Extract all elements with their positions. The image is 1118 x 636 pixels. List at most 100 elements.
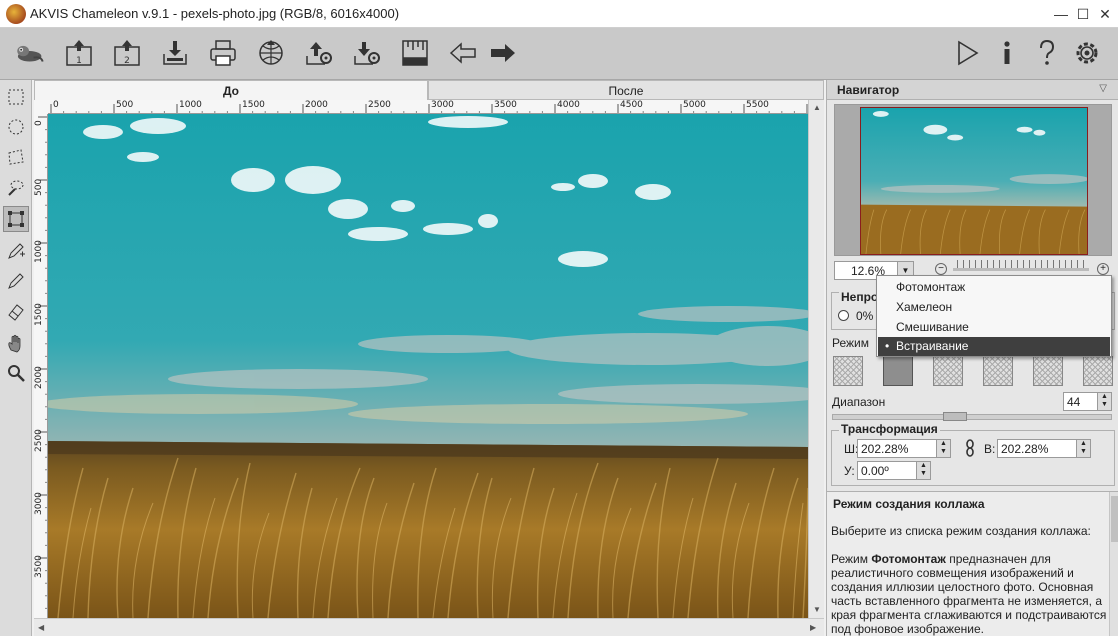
open1-number: 1: [76, 56, 82, 66]
close-button[interactable]: ✕: [1094, 4, 1116, 24]
help-scrollbar[interactable]: [1109, 492, 1118, 636]
mode-label: Режим: [832, 336, 869, 350]
undo-button[interactable]: [446, 36, 480, 70]
hruler-label: 4000: [557, 100, 580, 110]
angle-value: 0.00º: [861, 464, 889, 478]
hruler-label: 3000: [431, 100, 454, 110]
menu-item-emersion[interactable]: • Встраивание: [878, 337, 1110, 356]
ruler-grid-button[interactable]: [398, 36, 432, 70]
range-slider[interactable]: [832, 414, 1112, 420]
tab-after[interactable]: После: [428, 80, 824, 100]
vruler-label: 3000: [34, 492, 44, 515]
scroll-left-icon[interactable]: ◀: [38, 623, 44, 632]
tab-before[interactable]: До: [34, 80, 428, 100]
title-bar: AKVIS Chameleon v.9.1 - pexels-photo.jpg…: [0, 0, 1118, 28]
width-spinbox[interactable]: 202.28% ▲ ▼: [857, 439, 951, 458]
height-spinbox[interactable]: 202.28% ▲ ▼: [997, 439, 1091, 458]
save-button[interactable]: [158, 36, 192, 70]
app-logo-icon: [6, 4, 26, 24]
mode-swatch-selected[interactable]: [883, 356, 913, 386]
collapse-icon[interactable]: ▽: [1099, 83, 1107, 94]
help-text-bold: Фотомонтаж: [871, 552, 946, 566]
share-button[interactable]: [254, 36, 288, 70]
navigator-header[interactable]: Навигатор ▽: [827, 80, 1118, 100]
zoom-slider[interactable]: [953, 268, 1089, 271]
zoom-ticks: [957, 260, 1087, 268]
scroll-down-icon[interactable]: ▼: [813, 605, 821, 614]
import-settings-button[interactable]: [350, 36, 384, 70]
rect-select-icon[interactable]: [3, 84, 29, 110]
help-intro: Выберите из списка режим создания коллаж…: [831, 524, 1091, 538]
vruler-label: 1500: [34, 303, 44, 326]
window-title: AKVIS Chameleon v.9.1 - pexels-photo.jpg…: [30, 6, 400, 21]
mode-swatch[interactable]: [1033, 356, 1063, 386]
pencil-icon[interactable]: [3, 268, 29, 294]
mode-swatch[interactable]: [983, 356, 1013, 386]
print-button[interactable]: [206, 36, 240, 70]
opacity-value: 0%: [856, 309, 874, 323]
mode-swatch[interactable]: [833, 356, 863, 386]
settings-panel: Навигатор ▽ 12.6% ▼ − + Непро 0% Режим Д…: [826, 80, 1118, 636]
menu-item-chameleon[interactable]: Хамелеон: [878, 298, 1110, 317]
ellipse-select-icon[interactable]: [3, 114, 29, 140]
hand-icon[interactable]: [3, 330, 29, 356]
spin-arrows-icon[interactable]: ▲ ▼: [1076, 440, 1090, 457]
mode-swatch[interactable]: [933, 356, 963, 386]
open-image-2-button[interactable]: 2: [110, 36, 144, 70]
selected-bullet: •: [885, 339, 890, 353]
vruler-label: 500: [34, 178, 44, 196]
hruler-label: 1000: [179, 100, 202, 110]
eraser-icon[interactable]: [3, 298, 29, 324]
help-panel: Режим создания коллажа Выберите из списк…: [827, 491, 1118, 636]
redo-button[interactable]: [486, 36, 520, 70]
hruler-label: 0: [53, 100, 59, 110]
chameleon-logo-icon[interactable]: [6, 36, 52, 70]
pencil-plus-icon[interactable]: [3, 238, 29, 264]
angle-spinbox[interactable]: 0.00º ▲ ▼: [857, 461, 931, 480]
run-button[interactable]: [950, 36, 984, 70]
zoom-in-icon[interactable]: +: [1097, 263, 1109, 275]
help-scroll-thumb[interactable]: [1111, 496, 1118, 542]
opacity-title: Непро: [839, 290, 881, 304]
hruler-label: 1500: [242, 100, 265, 110]
hruler-label: 2000: [305, 100, 328, 110]
zoom-out-icon[interactable]: −: [935, 263, 947, 275]
mode-swatch[interactable]: [1083, 356, 1113, 386]
spin-arrows-icon[interactable]: ▲ ▼: [936, 440, 950, 457]
menu-item-photomontage[interactable]: Фотомонтаж: [878, 278, 1110, 297]
hruler-label: 5500: [746, 100, 769, 110]
horizontal-scrollbar[interactable]: ◀ ▶: [34, 618, 824, 636]
maximize-button[interactable]: ☐: [1072, 4, 1094, 24]
info-button[interactable]: [990, 36, 1024, 70]
opacity-radio[interactable]: [838, 310, 849, 321]
navigator-thumbnail[interactable]: [860, 107, 1088, 255]
help-text: Режим: [831, 552, 872, 566]
minimize-button[interactable]: —: [1050, 4, 1072, 24]
lasso-select-icon[interactable]: [3, 144, 29, 170]
range-slider-handle[interactable]: [943, 412, 967, 421]
spin-arrows-icon[interactable]: ▲ ▼: [916, 462, 930, 479]
vertical-scrollbar[interactable]: ▲ ▼: [808, 100, 824, 618]
range-value: 44: [1067, 395, 1081, 409]
gear-icon[interactable]: [1070, 36, 1104, 70]
magic-lasso-icon[interactable]: [3, 174, 29, 200]
help-button[interactable]: [1030, 36, 1064, 70]
zoom-icon[interactable]: [3, 360, 29, 386]
scroll-right-icon[interactable]: ▶: [810, 623, 816, 632]
spin-arrows-icon[interactable]: ▲ ▼: [1097, 393, 1111, 410]
transform-icon[interactable]: [3, 206, 29, 232]
width-value: 202.28%: [861, 442, 909, 456]
ruler-corner: [34, 100, 48, 114]
range-spinbox[interactable]: 44 ▲ ▼: [1063, 392, 1112, 411]
hruler-label: 500: [116, 100, 134, 110]
scroll-up-icon[interactable]: ▲: [813, 103, 821, 112]
tool-panel: [0, 80, 32, 636]
range-label: Диапазон: [832, 395, 886, 409]
link-chain-icon[interactable]: [965, 438, 975, 458]
open2-number: 2: [124, 56, 130, 66]
open-image-1-button[interactable]: 1: [62, 36, 96, 70]
menu-item-label: Встраивание: [896, 339, 969, 353]
export-settings-button[interactable]: [302, 36, 336, 70]
image-canvas[interactable]: [48, 114, 808, 618]
menu-item-blending[interactable]: Смешивание: [878, 318, 1110, 337]
